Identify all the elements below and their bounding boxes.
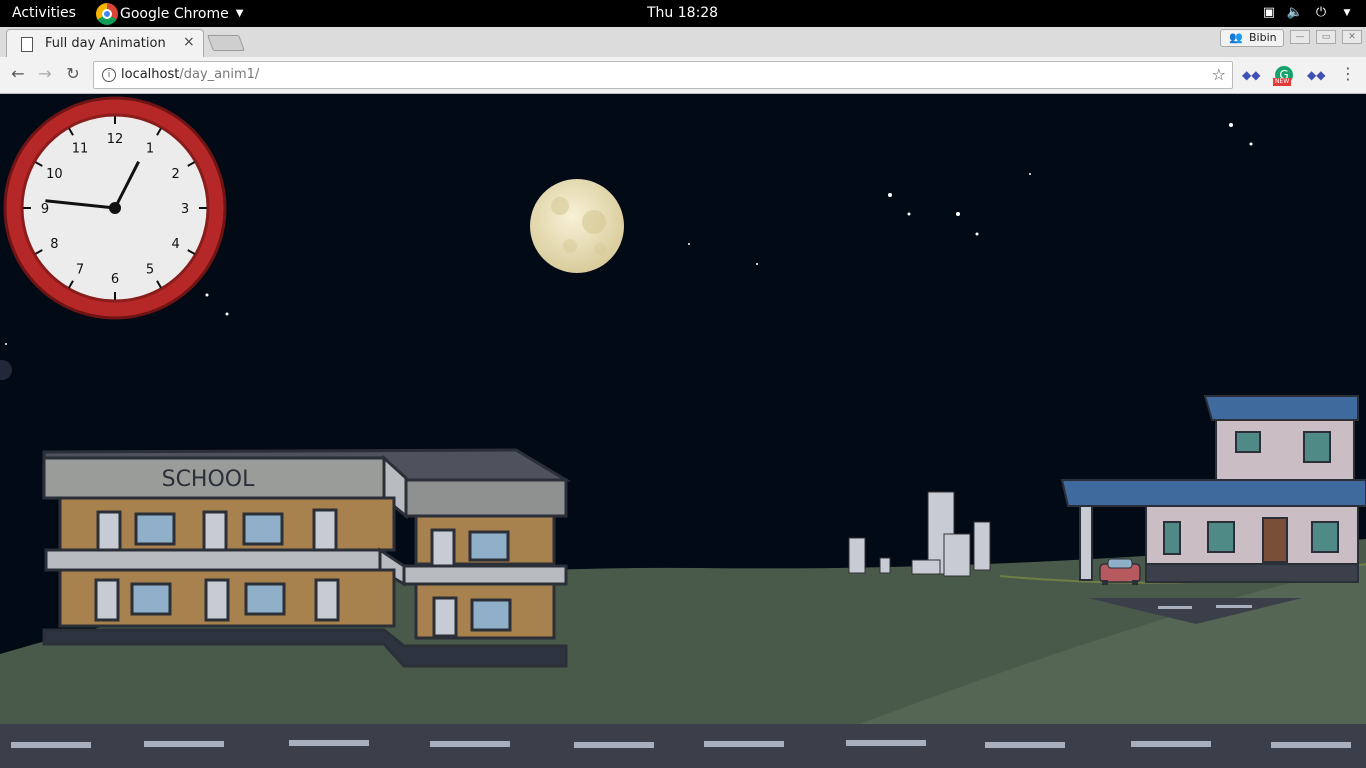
info-icon[interactable]: i [102, 68, 116, 82]
grammarly-extension-icon[interactable]: G NEW [1273, 66, 1293, 86]
school-building [42, 448, 572, 668]
mask-extension-icon-2[interactable]: ◆◆ [1307, 66, 1325, 84]
new-tab-button[interactable] [207, 35, 245, 51]
profile-icon: 👥 [1229, 31, 1243, 44]
clock-number: 11 [72, 141, 89, 156]
system-clock[interactable]: Thu 18:28 [647, 5, 718, 21]
clock-number: 7 [76, 263, 84, 278]
driveway-marking [1158, 606, 1192, 609]
star [907, 212, 911, 216]
clock-number: 10 [46, 167, 63, 182]
forward-icon[interactable]: → [35, 64, 55, 84]
clock-number: 5 [146, 263, 154, 278]
star [888, 193, 892, 197]
star [756, 263, 758, 265]
clock-number: 12 [107, 132, 124, 147]
chevron-down-icon[interactable]: ▼ [1338, 4, 1356, 22]
star [1229, 123, 1233, 127]
app-name: Google Chrome [120, 5, 229, 22]
new-badge: NEW [1273, 78, 1292, 86]
system-tray[interactable]: ▣ 🔈 ⏻ ▼ [1260, 4, 1356, 22]
clock-number: 8 [50, 237, 58, 252]
tab-strip: Full day Animation × 👥 Bibin — ▭ ✕ [0, 27, 1366, 58]
screen-icon[interactable]: ▣ [1260, 4, 1278, 22]
star [225, 312, 229, 316]
close-window-button[interactable]: ✕ [1342, 30, 1362, 44]
power-icon[interactable]: ⏻ [1312, 4, 1330, 22]
star [205, 293, 209, 297]
wall-clock: 121234567891011 [3, 96, 227, 320]
driveway-marking [1216, 605, 1252, 608]
minimize-button[interactable]: — [1290, 30, 1310, 44]
clock-number: 1 [146, 141, 154, 156]
clock-number: 3 [181, 202, 189, 217]
clock-number: 4 [171, 237, 179, 252]
chevron-down-icon: ▼ [235, 8, 244, 19]
clock-number: 9 [41, 202, 49, 217]
profile-button[interactable]: 👥 Bibin [1220, 29, 1284, 47]
profile-name: Bibin [1249, 31, 1277, 44]
school-sign: SCHOOL [162, 467, 256, 492]
star [975, 232, 979, 236]
scene-canvas: SCHOOL 121234567891011 [0, 94, 1366, 768]
star [5, 343, 7, 345]
clock-number: 6 [111, 272, 119, 287]
star [688, 243, 690, 245]
url-text[interactable]: localhost/day_anim1/ [121, 67, 259, 82]
menu-icon[interactable]: ⋮ [1338, 64, 1358, 84]
star [1249, 142, 1253, 146]
mask-extension-icon[interactable]: ◆◆ [1242, 66, 1260, 84]
close-tab-icon[interactable]: × [183, 34, 195, 50]
browser-toolbar: ← → ↻ i localhost/day_anim1/ ☆ ◆◆ G NEW ◆… [0, 57, 1366, 94]
chrome-logo-icon [96, 2, 118, 25]
bookmark-star-icon[interactable]: ☆ [1212, 65, 1226, 84]
moon [530, 179, 624, 273]
activities-button[interactable]: Activities [12, 5, 76, 21]
star [956, 212, 960, 216]
reload-icon[interactable]: ↻ [63, 64, 83, 84]
url-host: localhost [121, 67, 180, 82]
clock-center [109, 202, 121, 214]
back-icon[interactable]: ← [8, 64, 28, 84]
system-top-bar: Activities Google Chrome ▼ Thu 18:28 ▣ 🔈… [0, 0, 1366, 27]
maximize-button[interactable]: ▭ [1316, 30, 1336, 44]
url-path: /day_anim1/ [179, 67, 260, 82]
volume-icon[interactable]: 🔈 [1286, 4, 1304, 22]
page-viewport: SCHOOL 12 1 2 3 4 5 6 7 8 9 10 11 [0, 94, 1366, 768]
page-icon [21, 37, 33, 52]
tab-full-day-animation[interactable]: Full day Animation × [6, 29, 204, 58]
clock-number: 2 [171, 167, 179, 182]
star [1029, 173, 1031, 175]
tab-title: Full day Animation [45, 36, 166, 51]
app-menu[interactable]: Google Chrome ▼ [96, 0, 243, 27]
address-bar[interactable]: i localhost/day_anim1/ ☆ [93, 61, 1233, 89]
